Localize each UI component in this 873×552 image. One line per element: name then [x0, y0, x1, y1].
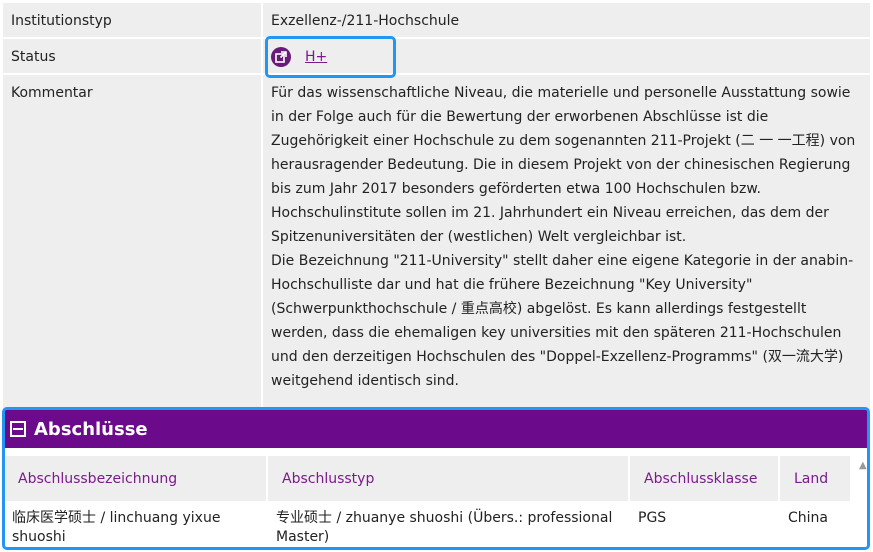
comment-label: Kommentar — [3, 75, 261, 435]
cell-degree-type: 专业硕士 / zhuanye shuoshi (Übers.: professi… — [276, 510, 613, 545]
row-institution-type: Institutionstyp Exzellenz-/211-Hochschul… — [3, 3, 870, 37]
degrees-table-header: Abschlussbezeichnung Abschlusstyp Abschl… — [4, 456, 854, 501]
column-header-country[interactable]: Land — [780, 456, 850, 501]
comment-line: Die Bezeichnung "211-University" stellt … — [271, 253, 854, 269]
scroll-up-icon[interactable]: ▲ — [859, 460, 867, 471]
cell-degree-class: PGS — [638, 510, 667, 526]
comment-line: Hochschulliste dar und hat die frühere B… — [271, 277, 753, 293]
institution-info-table: Institutionstyp Exzellenz-/211-Hochschul… — [3, 3, 870, 437]
cell-country: China — [788, 510, 828, 526]
cell-degree-name: 临床医学硕士 / linchuang yixue shuoshi — [12, 510, 221, 545]
column-header-degree-class[interactable]: Abschlussklasse — [630, 456, 778, 501]
comment-line: Hochschulinstitute sollen im 21. Jahrhun… — [271, 205, 829, 221]
institution-type-label: Institutionstyp — [3, 3, 261, 37]
comment-line: herausragender Bedeutung. Die in diesem … — [271, 157, 851, 173]
column-header-degree-name[interactable]: Abschlussbezeichnung — [4, 456, 266, 501]
comment-line: und den derzeitigen Hochschulen des "Dop… — [271, 349, 844, 365]
status-link[interactable]: H+ — [305, 47, 327, 67]
comment-line: bis zum Jahr 2017 besonders geförderten … — [271, 181, 761, 197]
table-row[interactable]: 临床医学硕士 / linchuang yixue shuoshi 专业硕士 / … — [4, 505, 854, 547]
comment-text: Für das wissenschaftliche Niveau, die ma… — [271, 81, 870, 393]
row-comment: Kommentar Für das wissenschaftliche Nive… — [3, 75, 870, 435]
collapse-minus-icon[interactable] — [10, 421, 26, 437]
comment-value-cell: Für das wissenschaftliche Niveau, die ma… — [263, 75, 870, 435]
institution-type-value: Exzellenz-/211-Hochschule — [263, 3, 870, 37]
status-value-cell: H+ — [263, 39, 870, 73]
comment-line: Spitzenuniversitäten der (westlichen) We… — [271, 229, 687, 245]
comment-line: Für das wissenschaftliche Niveau, die ma… — [271, 85, 851, 101]
status-label: Status — [3, 39, 261, 73]
external-link-icon[interactable] — [271, 47, 291, 67]
row-status: Status H+ — [3, 39, 870, 73]
degrees-section-title: Abschlüsse — [34, 418, 148, 440]
comment-line: Zugehörigkeit einer Hochschule zu dem so… — [271, 133, 856, 149]
column-header-degree-type[interactable]: Abschlusstyp — [268, 456, 628, 501]
comment-line: weitgehend identisch sind. — [271, 373, 459, 389]
comment-line: werden, dass die ehemaligen key universi… — [271, 325, 842, 341]
comment-line: (Schwerpunkthochschule / 重点高校) abgelöst.… — [271, 301, 807, 317]
comment-line: in der Folge auch für die Bewertung der … — [271, 109, 769, 125]
degrees-section-header[interactable]: Abschlüsse — [4, 410, 867, 448]
